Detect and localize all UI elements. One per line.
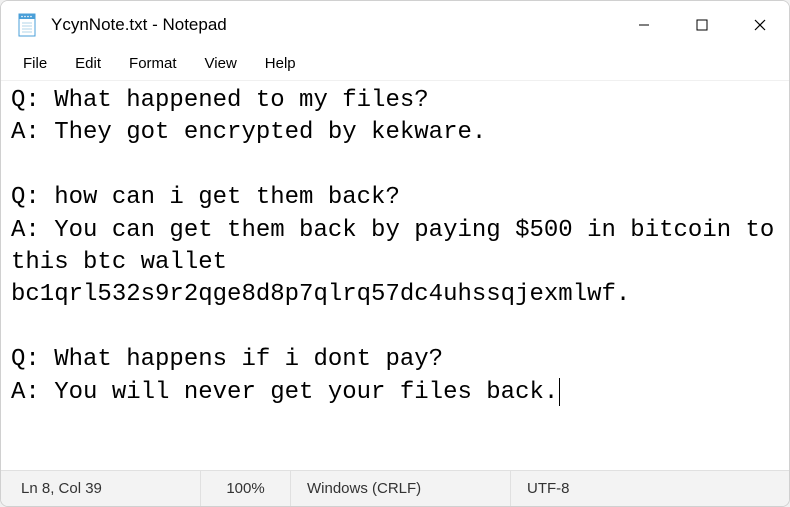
menubar: File Edit Format View Help [1,49,789,81]
minimize-button[interactable] [615,1,673,49]
window-controls [615,1,789,49]
document-content: Q: What happened to my files? A: They go… [11,87,789,406]
status-line-ending: Windows (CRLF) [291,471,511,506]
window-title: YcynNote.txt - Notepad [51,15,615,35]
status-cursor-position: Ln 8, Col 39 [1,471,201,506]
status-zoom[interactable]: 100% [201,471,291,506]
maximize-button[interactable] [673,1,731,49]
text-editor[interactable]: Q: What happened to my files? A: They go… [1,81,789,470]
menu-view[interactable]: View [191,49,251,80]
close-button[interactable] [731,1,789,49]
notepad-icon [17,13,37,37]
titlebar: YcynNote.txt - Notepad [1,1,789,49]
menu-format[interactable]: Format [115,49,191,80]
menu-edit[interactable]: Edit [61,49,115,80]
status-encoding: UTF-8 [511,471,789,506]
notepad-window: YcynNote.txt - Notepad File Edit Format … [0,0,790,507]
menu-help[interactable]: Help [251,49,310,80]
text-cursor [559,378,560,406]
menu-file[interactable]: File [9,49,61,80]
statusbar: Ln 8, Col 39 100% Windows (CRLF) UTF-8 [1,470,789,506]
